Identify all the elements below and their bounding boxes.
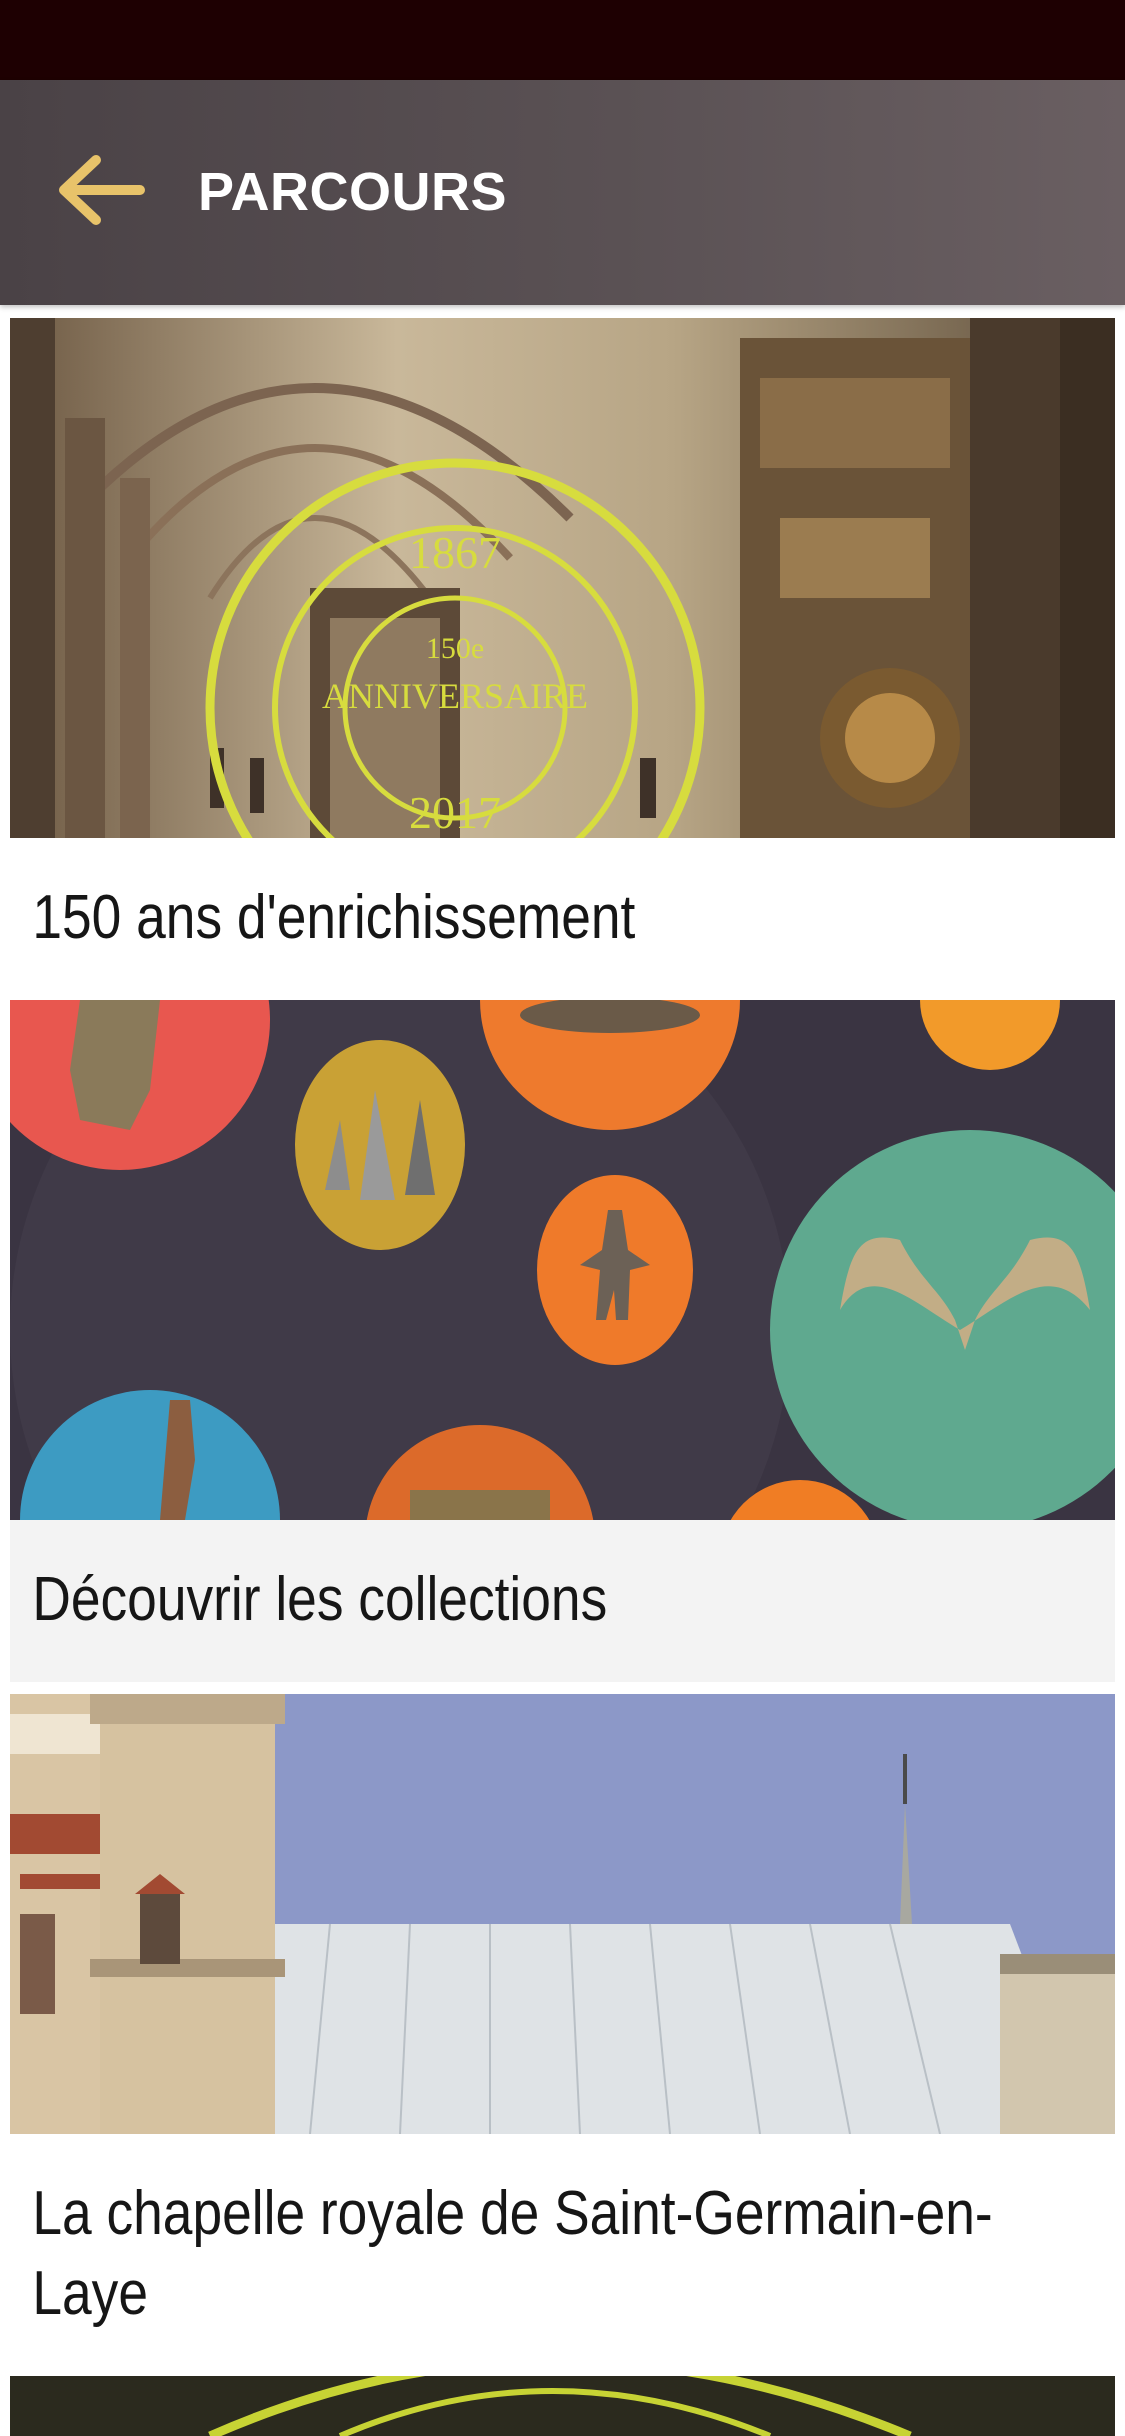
card-image xyxy=(10,2376,1115,2436)
back-button[interactable] xyxy=(40,130,160,250)
card-title: Découvrir les collections xyxy=(32,1565,608,1634)
seal-year-start: 1867 xyxy=(409,527,501,578)
card-title: 150 ans d'enrichissement xyxy=(32,883,636,952)
parcours-list: 1867 150e ANNIVERSAIRE 2017 150 ans d'en… xyxy=(10,318,1115,2436)
seal-edition: 150e xyxy=(426,632,484,665)
card-image: 1867 150e ANNIVERSAIRE 2017 xyxy=(10,318,1115,838)
parcours-card[interactable]: La chapelle royale de Saint-Germain-en-L… xyxy=(10,1694,1115,2376)
card-image xyxy=(10,1694,1115,2134)
card-image xyxy=(10,1000,1115,1520)
parcours-card[interactable] xyxy=(10,2376,1115,2436)
card-title: La chapelle royale de Saint-Germain-en-L… xyxy=(32,2179,993,2328)
parcours-card[interactable]: 1867 150e ANNIVERSAIRE 2017 150 ans d'en… xyxy=(10,318,1115,1000)
seal-label: ANNIVERSAIRE xyxy=(322,676,588,716)
page-title: PARCOURS xyxy=(198,162,508,222)
arrow-left-icon xyxy=(59,155,145,225)
app-bar: PARCOURS xyxy=(0,80,1125,305)
status-bar xyxy=(0,0,1125,80)
seal-year-end: 2017 xyxy=(409,787,501,838)
parcours-card[interactable]: Découvrir les collections xyxy=(10,1000,1115,1682)
